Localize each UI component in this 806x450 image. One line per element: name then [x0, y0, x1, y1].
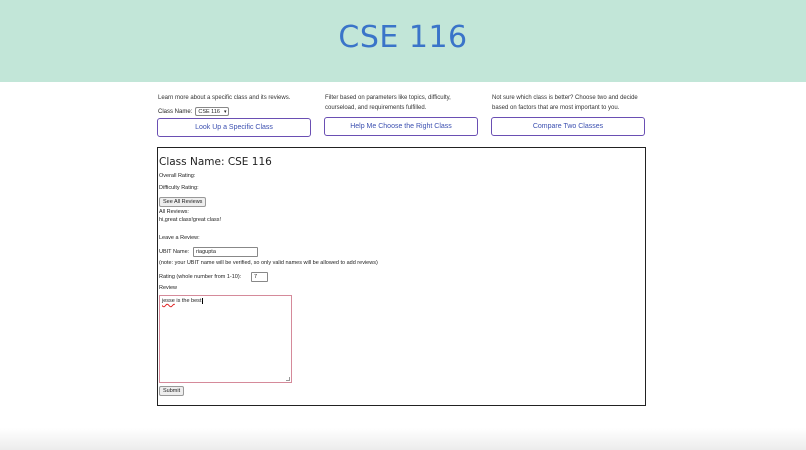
ubit-name-input[interactable]: riagupta [193, 247, 258, 257]
all-reviews-label: All Reviews: [159, 209, 189, 215]
text-cursor [202, 298, 204, 304]
difficulty-rating-label: Difficulty Rating: [159, 185, 199, 191]
panel-title: Class Name: CSE 116 [159, 156, 272, 168]
lookup-description: Learn more about a specific class and it… [158, 95, 291, 101]
ubit-note: (note: your UBIT name will be verified, … [159, 260, 378, 266]
class-select[interactable]: CSE 116 ▾ [195, 107, 230, 116]
review-text-rest: is the best [174, 298, 202, 304]
reviews-text: hi,great class!great class! [159, 217, 222, 223]
compare-classes-button[interactable]: Compare Two Classes [491, 117, 645, 136]
chevron-down-icon: ▾ [223, 108, 227, 115]
class-details-panel: Class Name: CSE 116 Overall Rating: Diff… [157, 147, 646, 406]
rating-label: Rating (whole number from 1-10): [159, 274, 242, 280]
lookup-class-button[interactable]: Look Up a Specific Class [157, 118, 311, 137]
rating-input[interactable]: 7 [251, 272, 268, 282]
submit-button[interactable]: Submit [159, 386, 185, 396]
footer-divider [0, 428, 806, 450]
page-header: CSE 116 [0, 0, 806, 82]
page-title: CSE 116 [338, 20, 468, 55]
review-textarea[interactable]: jesse is the best [159, 295, 292, 383]
overall-rating-label: Overall Rating: [159, 173, 196, 179]
resize-handle-icon[interactable] [286, 377, 290, 381]
review-text-word: jesse [162, 298, 175, 304]
filter-description: Filter based on parameters like topics, … [325, 95, 451, 111]
leave-review-label: Leave a Review: [159, 235, 200, 241]
ubit-label: UBIT Name: [159, 249, 190, 255]
help-choose-button[interactable]: Help Me Choose the Right Class [324, 117, 478, 136]
compare-description: Not sure which class is better? Choose t… [492, 95, 638, 111]
class-select-value: CSE 116 [198, 108, 220, 115]
class-name-row: Class Name: CSE 116 ▾ [158, 107, 230, 116]
review-label: Review [159, 285, 178, 291]
see-all-reviews-button[interactable]: See All Reviews [159, 197, 207, 207]
class-name-label: Class Name: [158, 108, 193, 115]
